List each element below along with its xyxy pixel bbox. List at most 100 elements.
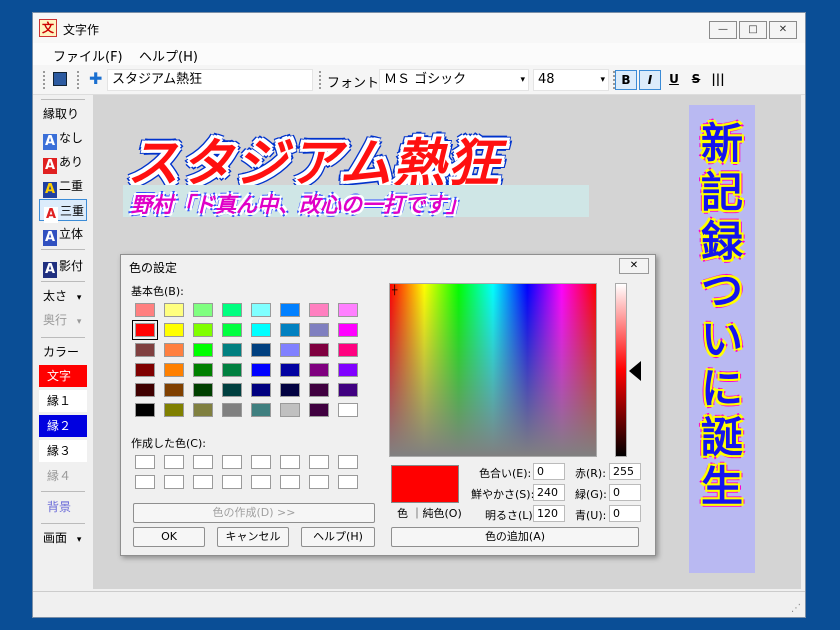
basic-color-swatch[interactable] [164, 403, 184, 417]
basic-color-swatch[interactable] [222, 343, 242, 357]
lum-field[interactable]: 120 [533, 505, 565, 522]
basic-color-swatch[interactable] [164, 383, 184, 397]
custom-color-swatch[interactable] [251, 455, 271, 469]
close-button[interactable]: ✕ [769, 21, 797, 39]
blue-field[interactable]: 0 [609, 505, 641, 522]
basic-color-swatch[interactable] [280, 383, 300, 397]
basic-color-swatch[interactable] [222, 323, 242, 337]
border-3d-button[interactable]: A 立体 [39, 223, 87, 246]
resize-grip-icon[interactable]: ⋰ [791, 603, 801, 614]
color-edge3-button[interactable]: 縁３ [39, 440, 87, 462]
vertical-caption-box[interactable]: 新 記 録 つ い に 誕 生 [689, 105, 755, 573]
basic-color-swatch[interactable] [280, 403, 300, 417]
background-button[interactable]: 背景 [39, 496, 87, 518]
basic-color-swatch[interactable] [338, 303, 358, 317]
pin-icon[interactable]: ✚ [89, 69, 102, 88]
color-edge4-button[interactable]: 縁４ [39, 465, 87, 487]
color-spectrum[interactable]: ┼ [389, 283, 597, 457]
vertical-text-button[interactable]: ||| [707, 70, 729, 90]
basic-color-swatch[interactable] [222, 363, 242, 377]
help-button[interactable]: ヘルプ(H) [301, 527, 375, 547]
basic-color-swatch[interactable] [251, 363, 271, 377]
dialog-close-button[interactable]: ✕ [619, 258, 649, 274]
custom-color-swatch[interactable] [135, 455, 155, 469]
depth-dropdown[interactable]: 奥行 ▾ [39, 309, 87, 331]
hue-field[interactable]: 0 [533, 463, 565, 480]
screen-dropdown[interactable]: 画面 ▾ [39, 527, 87, 549]
custom-color-swatch[interactable] [280, 455, 300, 469]
border-triple-button[interactable]: A 三重 [39, 199, 87, 223]
basic-color-swatch[interactable] [135, 403, 155, 417]
green-field[interactable]: 0 [609, 484, 641, 501]
custom-color-swatch[interactable] [280, 475, 300, 489]
add-color-button[interactable]: 色の追加(A) [391, 527, 639, 547]
color-edge1-button[interactable]: 縁１ [39, 390, 87, 412]
size-select[interactable]: 48 ▾ [533, 69, 609, 91]
custom-color-swatch[interactable] [164, 475, 184, 489]
border-none-button[interactable]: A なし [39, 127, 87, 150]
basic-color-swatch[interactable] [338, 363, 358, 377]
basic-color-swatch[interactable] [193, 383, 213, 397]
border-double-button[interactable]: A 二重 [39, 175, 87, 198]
basic-color-swatch[interactable] [164, 343, 184, 357]
weight-dropdown[interactable]: 太さ ▾ [39, 285, 87, 307]
basic-color-swatch[interactable] [251, 343, 271, 357]
basic-color-swatch[interactable] [222, 403, 242, 417]
menu-help[interactable]: ヘルプ(H) [139, 46, 198, 65]
toolbar-grip[interactable] [319, 71, 322, 89]
custom-color-swatch[interactable] [309, 475, 329, 489]
basic-color-swatch[interactable] [135, 343, 155, 357]
basic-color-swatch[interactable] [193, 343, 213, 357]
basic-color-swatch[interactable] [222, 383, 242, 397]
basic-color-swatch[interactable] [135, 383, 155, 397]
custom-color-swatch[interactable] [193, 455, 213, 469]
basic-color-swatch[interactable] [280, 303, 300, 317]
basic-color-swatch[interactable] [135, 363, 155, 377]
underline-button[interactable]: U [663, 70, 685, 90]
shadow-button[interactable]: A 影付 [39, 255, 87, 278]
italic-button[interactable]: I [639, 70, 661, 90]
custom-color-swatch[interactable] [338, 475, 358, 489]
basic-color-swatch[interactable] [135, 303, 155, 317]
basic-color-swatch[interactable] [338, 403, 358, 417]
basic-color-swatch[interactable] [280, 363, 300, 377]
bold-button[interactable]: B [615, 70, 637, 90]
luminance-arrow-icon[interactable] [629, 361, 641, 381]
basic-color-swatch[interactable] [222, 303, 242, 317]
custom-color-swatch[interactable] [135, 475, 155, 489]
basic-color-swatch[interactable] [309, 343, 329, 357]
custom-color-swatch[interactable] [164, 455, 184, 469]
basic-color-swatch[interactable] [309, 383, 329, 397]
custom-color-swatch[interactable] [251, 475, 271, 489]
custom-color-swatch[interactable] [309, 455, 329, 469]
sat-field[interactable]: 240 [533, 484, 565, 501]
basic-color-swatch[interactable] [193, 303, 213, 317]
basic-color-swatch[interactable] [309, 363, 329, 377]
custom-color-swatch[interactable] [338, 455, 358, 469]
text-input[interactable]: スタジアム熱狂 [107, 69, 313, 91]
basic-color-swatch[interactable] [164, 303, 184, 317]
basic-color-swatch[interactable] [280, 323, 300, 337]
title-bar[interactable]: 文 文字作 — □ ✕ [33, 13, 805, 43]
custom-color-swatch[interactable] [222, 455, 242, 469]
basic-color-swatch[interactable] [309, 323, 329, 337]
basic-color-swatch[interactable] [193, 323, 213, 337]
basic-color-swatch[interactable] [338, 383, 358, 397]
toolbar-grip[interactable] [77, 71, 80, 89]
basic-color-swatch[interactable] [251, 303, 271, 317]
color-text-button[interactable]: 文字 [39, 365, 87, 387]
save-icon[interactable] [53, 72, 67, 86]
custom-color-swatch[interactable] [193, 475, 213, 489]
menu-file[interactable]: ファイル(F) [53, 46, 123, 65]
basic-color-swatch[interactable] [338, 343, 358, 357]
toolbar-grip[interactable] [43, 71, 46, 89]
custom-color-swatch[interactable] [222, 475, 242, 489]
define-color-button[interactable]: 色の作成(D) >> [133, 503, 375, 523]
ok-button[interactable]: OK [133, 527, 205, 547]
basic-color-swatch[interactable] [164, 363, 184, 377]
basic-color-swatch[interactable] [309, 403, 329, 417]
color-edge2-button[interactable]: 縁２ [39, 415, 87, 437]
border-on-button[interactable]: A あり [39, 151, 87, 174]
minimize-button[interactable]: — [709, 21, 737, 39]
basic-color-swatch[interactable] [309, 303, 329, 317]
